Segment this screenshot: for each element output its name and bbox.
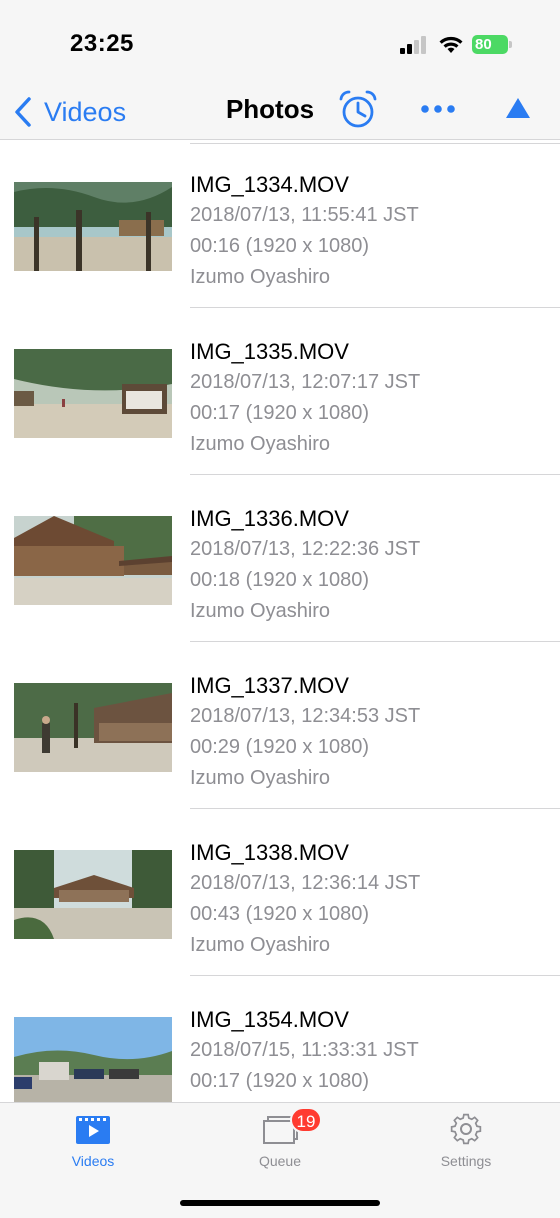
tab-videos-label: Videos xyxy=(71,1153,115,1169)
video-location: Izumo Oyashiro xyxy=(190,767,331,789)
video-duration: 00:18 (1920 x 1080) xyxy=(190,569,370,591)
alarm-clock-icon[interactable] xyxy=(336,88,380,132)
video-thumbnail xyxy=(14,683,172,772)
video-thumbnail xyxy=(14,182,172,271)
queue-count-badge: 19 xyxy=(290,1107,322,1133)
video-duration: 00:43 (1920 x 1080) xyxy=(190,903,370,925)
video-play-icon xyxy=(76,1116,110,1144)
list-item[interactable]: IMG_1337.MOV 2018/07/13, 12:34:53 JST 00… xyxy=(0,642,560,809)
video-location: Izumo Oyashiro xyxy=(190,433,331,455)
video-datetime: 2018/07/13, 12:07:17 JST xyxy=(190,371,421,393)
video-duration: 00:17 (1920 x 1080) xyxy=(190,402,370,424)
tab-videos[interactable]: Videos xyxy=(23,1111,163,1175)
battery-tip xyxy=(509,41,512,48)
video-filename: IMG_1335.MOV xyxy=(190,339,349,364)
video-filename: IMG_1354.MOV xyxy=(190,1007,349,1032)
battery-indicator: 80 xyxy=(472,35,508,54)
video-filename: IMG_1336.MOV xyxy=(190,506,349,531)
upload-triangle-icon[interactable] xyxy=(503,94,533,124)
list-item[interactable]: IMG_1338.MOV 2018/07/13, 12:36:14 JST 00… xyxy=(0,809,560,976)
cellular-signal-icon xyxy=(400,36,430,54)
page-title-text: Photos xyxy=(225,94,315,124)
list-item-text: IMG_1338.MOV 2018/07/13, 12:36:14 JST 00… xyxy=(190,837,420,961)
wifi-icon xyxy=(439,36,463,53)
list-item-text: IMG_1337.MOV 2018/07/13, 12:34:53 JST 00… xyxy=(190,670,420,794)
home-indicator[interactable] xyxy=(180,1200,380,1206)
video-filename: IMG_1337.MOV xyxy=(190,673,349,698)
screen: 23:25 80 Videos Photos IMG_1334.MOV 2018… xyxy=(0,0,560,1218)
video-thumbnail xyxy=(14,1017,172,1102)
video-list: IMG_1334.MOV 2018/07/13, 11:55:41 JST 00… xyxy=(0,141,560,1102)
video-duration: 00:29 (1920 x 1080) xyxy=(190,736,370,758)
list-item-text: IMG_1354.MOV 2018/07/15, 11:33:31 JST 00… xyxy=(190,1004,419,1097)
video-datetime: 2018/07/13, 12:22:36 JST xyxy=(190,538,421,560)
list-item-text: IMG_1335.MOV 2018/07/13, 12:07:17 JST 00… xyxy=(190,336,420,460)
list-item-text: IMG_1334.MOV 2018/07/13, 11:55:41 JST 00… xyxy=(190,169,419,293)
tab-queue[interactable]: 19 Queue xyxy=(210,1107,350,1175)
gear-icon xyxy=(450,1113,482,1145)
video-duration: 00:17 (1920 x 1080) xyxy=(190,1070,370,1092)
status-time: 23:25 xyxy=(70,30,134,57)
video-thumbnail xyxy=(14,349,172,438)
page-title: Photos xyxy=(0,94,560,125)
status-bar: 23:25 80 xyxy=(0,0,560,84)
more-options-icon[interactable] xyxy=(418,96,458,122)
video-location: Izumo Oyashiro xyxy=(190,266,331,288)
video-datetime: 2018/07/13, 11:55:41 JST xyxy=(190,204,419,226)
tab-settings[interactable]: Settings xyxy=(396,1111,536,1175)
video-filename: IMG_1334.MOV xyxy=(190,172,349,197)
video-datetime: 2018/07/15, 11:33:31 JST xyxy=(190,1039,419,1061)
video-datetime: 2018/07/13, 12:36:14 JST xyxy=(190,872,421,894)
list-item[interactable]: IMG_1335.MOV 2018/07/13, 12:07:17 JST 00… xyxy=(0,308,560,475)
video-location: Izumo Oyashiro xyxy=(190,600,331,622)
list-item-text: IMG_1336.MOV 2018/07/13, 12:22:36 JST 00… xyxy=(190,503,420,627)
tab-settings-label: Settings xyxy=(440,1153,492,1169)
video-filename: IMG_1338.MOV xyxy=(190,840,349,865)
list-item[interactable]: IMG_1336.MOV 2018/07/13, 12:22:36 JST 00… xyxy=(0,475,560,642)
list-item[interactable]: IMG_1354.MOV 2018/07/15, 11:33:31 JST 00… xyxy=(0,976,560,1102)
video-thumbnail xyxy=(14,850,172,939)
video-datetime: 2018/07/13, 12:34:53 JST xyxy=(190,705,421,727)
list-item[interactable]: IMG_1334.MOV 2018/07/13, 11:55:41 JST 00… xyxy=(0,141,560,308)
navigation-bar: Videos Photos xyxy=(0,84,560,140)
video-location: Izumo Oyashiro xyxy=(190,934,331,956)
video-duration: 00:16 (1920 x 1080) xyxy=(190,235,370,257)
video-thumbnail xyxy=(14,516,172,605)
tab-queue-label: Queue xyxy=(258,1153,302,1169)
